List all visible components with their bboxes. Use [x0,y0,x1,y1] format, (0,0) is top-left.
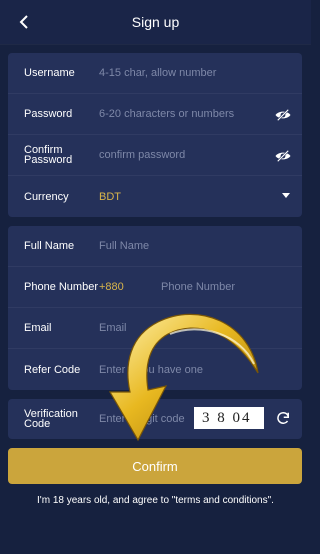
back-button[interactable] [12,10,36,34]
eye-hidden-icon[interactable] [274,147,292,165]
phone-input[interactable] [161,281,271,293]
currency-label: Currency [24,190,69,203]
email-label: Email [24,322,52,334]
confirm-password-input[interactable] [99,149,274,161]
chevron-left-icon [19,15,28,29]
password-input[interactable] [99,108,274,120]
verification-card: Verification Code 3 8 04 [8,399,302,439]
fullname-input[interactable] [99,240,274,252]
verification-row: Verification Code 3 8 04 [8,399,302,439]
refresh-icon[interactable] [274,409,292,427]
header-bar: Sign up [0,0,311,44]
currency-row[interactable]: Currency BDT [8,176,302,217]
caret-down-icon [282,193,290,198]
email-row: Email [8,308,302,349]
username-label: Username [24,67,75,79]
refer-code-input[interactable] [99,363,274,376]
account-card: Username Password Confirm Password Curre… [8,53,302,217]
confirm-password-row: Confirm Password [8,135,302,176]
phone-prefix: +880 [99,281,124,293]
password-label: Password [24,108,73,120]
fullname-row: Full Name [8,226,302,267]
verification-label: Verification Code [24,408,78,430]
email-input[interactable] [99,322,274,334]
password-row: Password [8,94,302,135]
captcha-image: 3 8 04 [194,407,264,429]
confirm-password-label: Confirm Password [24,144,73,166]
page-title: Sign up [131,14,180,30]
refer-code-label: Refer Code [24,363,81,376]
username-row: Username [8,53,302,94]
fullname-label: Full Name [24,240,75,252]
profile-card: Full Name Phone Number +880 Email Refer … [8,226,302,390]
phone-row: Phone Number +880 [8,267,302,308]
confirm-button[interactable]: Confirm [8,448,302,484]
username-input[interactable] [99,67,274,79]
phone-label: Phone Number [24,281,98,293]
eye-hidden-icon[interactable] [274,106,292,124]
refer-code-row: Refer Code [8,349,302,390]
verification-input[interactable] [99,413,204,425]
terms-text: I'm 18 years old, and agree to "terms an… [37,495,274,506]
currency-select[interactable]: BDT [99,191,121,203]
